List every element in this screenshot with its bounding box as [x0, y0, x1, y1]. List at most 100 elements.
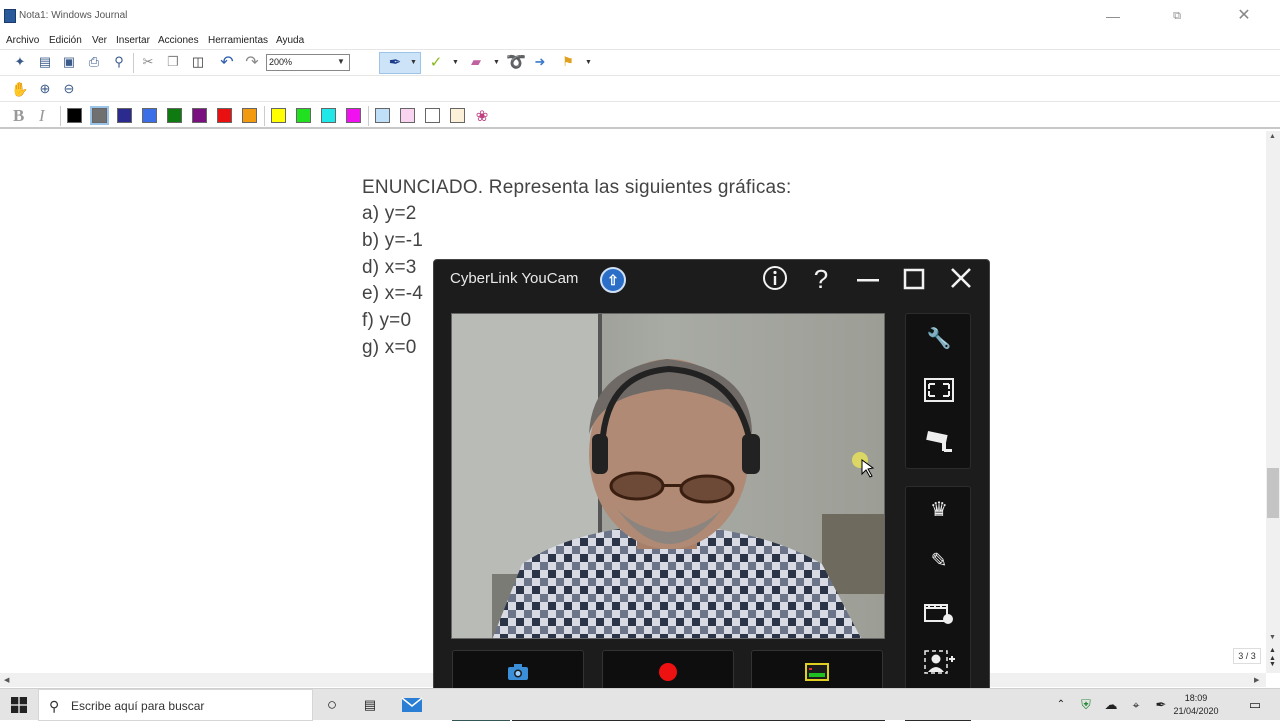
view-toolbar: ✋ ⊕ ⊖	[0, 75, 1280, 101]
highlighter-swatch-magenta[interactable]	[346, 108, 361, 123]
restore-icon[interactable]: ⧉	[1167, 6, 1187, 26]
tools-icon[interactable]: 🔧	[922, 322, 956, 356]
youcam-minimize-icon[interactable]	[853, 264, 883, 294]
undo-icon[interactable]: ↶	[217, 52, 237, 72]
color-swatch-light-blue[interactable]	[375, 108, 390, 123]
open-icon[interactable]: ▤	[35, 52, 55, 72]
youcam-close-icon[interactable]	[946, 264, 976, 294]
vertical-scroll-thumb[interactable]	[1267, 468, 1279, 518]
fullscreen-icon[interactable]	[922, 373, 956, 407]
cut-icon[interactable]: ✂	[138, 52, 158, 72]
pen-icon[interactable]: ✒	[385, 52, 405, 72]
record-video-button[interactable]	[602, 650, 734, 693]
color-swatch-red[interactable]	[217, 108, 232, 123]
scroll-down-icon[interactable]: ▼	[1269, 634, 1276, 641]
toolbar-separator	[133, 53, 134, 73]
paste-icon[interactable]: ◫	[188, 52, 208, 72]
redo-icon[interactable]: ↷	[242, 52, 262, 72]
pen-dropdown-icon[interactable]: ▼	[410, 59, 417, 66]
info-icon[interactable]	[760, 264, 790, 294]
youcam-window[interactable]: CyberLink YouCam ⇧ ? 🔧 ♛ ✎	[433, 259, 990, 721]
toolbar-separator	[60, 106, 61, 126]
highlighter-dropdown-icon[interactable]: ▼	[452, 59, 459, 66]
pan-hand-icon[interactable]: ✋	[10, 79, 30, 99]
camera-icon	[508, 663, 528, 680]
menu-ayuda[interactable]: Ayuda	[276, 35, 304, 46]
color-swatch-purple[interactable]	[192, 108, 207, 123]
bold-icon[interactable]: B	[13, 106, 24, 126]
scroll-up-icon[interactable]: ▲	[1269, 133, 1276, 140]
upgrade-arrow-icon[interactable]: ⇧	[600, 267, 626, 293]
color-swatch-light-pink[interactable]	[400, 108, 415, 123]
color-swatch-green[interactable]	[167, 108, 182, 123]
menu-edicion[interactable]: Edición	[49, 35, 82, 46]
close-icon[interactable]: ✕	[1234, 6, 1254, 26]
menu-archivo[interactable]: Archivo	[6, 35, 39, 46]
onedrive-cloud-icon[interactable]: ☁	[1099, 693, 1123, 717]
network-icon[interactable]: ⌖	[1124, 693, 1148, 717]
taskbar-search-box[interactable]: ⚲ Escribe aquí para buscar	[38, 689, 313, 721]
show-hidden-icons-icon[interactable]: ⌃	[1049, 693, 1073, 717]
zoom-out-icon[interactable]: ⊖	[59, 79, 79, 99]
highlighter-swatch-green[interactable]	[296, 108, 311, 123]
task-view-icon[interactable]: ▤	[358, 693, 382, 717]
print-icon[interactable]: ⎙	[84, 52, 104, 72]
color-swatch-blue[interactable]	[142, 108, 157, 123]
defender-shield-icon[interactable]: ⛨	[1074, 693, 1098, 717]
color-swatch-navy[interactable]	[117, 108, 132, 123]
save-icon[interactable]: ▣	[59, 52, 79, 72]
toolbar-separator	[264, 106, 265, 126]
screen-capture-button[interactable]	[751, 650, 883, 693]
scroll-left-icon[interactable]: ◀	[4, 676, 9, 684]
new-note-icon[interactable]: ✦	[10, 52, 30, 72]
menu-acciones[interactable]: Acciones	[158, 35, 199, 46]
copy-icon[interactable]: ❐	[163, 52, 183, 72]
start-button[interactable]	[0, 689, 38, 721]
cortana-icon[interactable]: ○	[320, 693, 344, 717]
vertical-scrollbar[interactable]: ▲ ▼ ▲ ▲ ▼	[1266, 131, 1280, 673]
youcam-title: CyberLink YouCam	[450, 270, 579, 287]
help-icon[interactable]: ?	[806, 264, 836, 294]
eraser-icon[interactable]: ▰	[466, 52, 486, 72]
find-icon[interactable]: ⚲	[109, 52, 129, 72]
notifications-icon[interactable]: ▭	[1243, 693, 1267, 717]
color-swatch-cream[interactable]	[450, 108, 465, 123]
color-swatch-black[interactable]	[67, 108, 82, 123]
mail-icon[interactable]	[400, 693, 424, 717]
menu-herramientas[interactable]: Herramientas	[208, 35, 268, 46]
insert-space-icon[interactable]: ➜	[530, 52, 550, 72]
flag-icon[interactable]: ⚑	[558, 52, 578, 72]
eraser-dropdown-icon[interactable]: ▼	[493, 59, 500, 66]
next-page-icon[interactable]: ▼	[1269, 661, 1276, 669]
format-toolbar: B I ❀	[0, 101, 1280, 129]
add-person-icon[interactable]	[922, 645, 956, 679]
draw-pencil-icon[interactable]: ✎	[922, 544, 956, 578]
italic-icon[interactable]: I	[39, 106, 45, 126]
page-indicator: 3 / 3	[1233, 648, 1261, 664]
lasso-icon[interactable]: ➰	[506, 52, 526, 72]
highlighter-swatch-yellow[interactable]	[271, 108, 286, 123]
youcam-maximize-icon[interactable]	[899, 264, 929, 294]
menu-insertar[interactable]: Insertar	[116, 35, 150, 46]
color-picker-icon[interactable]: ❀	[472, 106, 492, 126]
surveillance-camera-icon[interactable]	[922, 424, 956, 458]
webcam-video-feed	[451, 313, 885, 639]
zoom-in-icon[interactable]: ⊕	[35, 79, 55, 99]
scroll-right-icon[interactable]: ▶	[1254, 676, 1259, 684]
search-placeholder: Escribe aquí para buscar	[71, 699, 205, 713]
highlighter-swatch-cyan[interactable]	[321, 108, 336, 123]
effects-monster-icon[interactable]: ♛	[922, 493, 956, 527]
video-effects-icon[interactable]	[922, 595, 956, 629]
menu-ver[interactable]: Ver	[92, 35, 107, 46]
color-swatch-white[interactable]	[425, 108, 440, 123]
exercise-item: d) x=3	[362, 257, 417, 278]
minimize-icon[interactable]: —	[1103, 6, 1123, 26]
standard-toolbar: ✦ ▤ ▣ ⎙ ⚲ ✂ ❐ ◫ ↶ ↷ 200% ▼ ✒ ▼ ✓ ▼ ▰ ▼ ➰…	[0, 49, 1280, 75]
flag-dropdown-icon[interactable]: ▼	[585, 59, 592, 66]
color-swatch-orange[interactable]	[242, 108, 257, 123]
system-clock[interactable]: 18:09 21/04/2020	[1168, 692, 1224, 718]
color-swatch-gray[interactable]	[90, 106, 109, 125]
take-photo-button[interactable]	[452, 650, 584, 693]
highlighter-icon[interactable]: ✓	[426, 52, 446, 72]
chevron-down-icon[interactable]: ▼	[337, 57, 345, 66]
